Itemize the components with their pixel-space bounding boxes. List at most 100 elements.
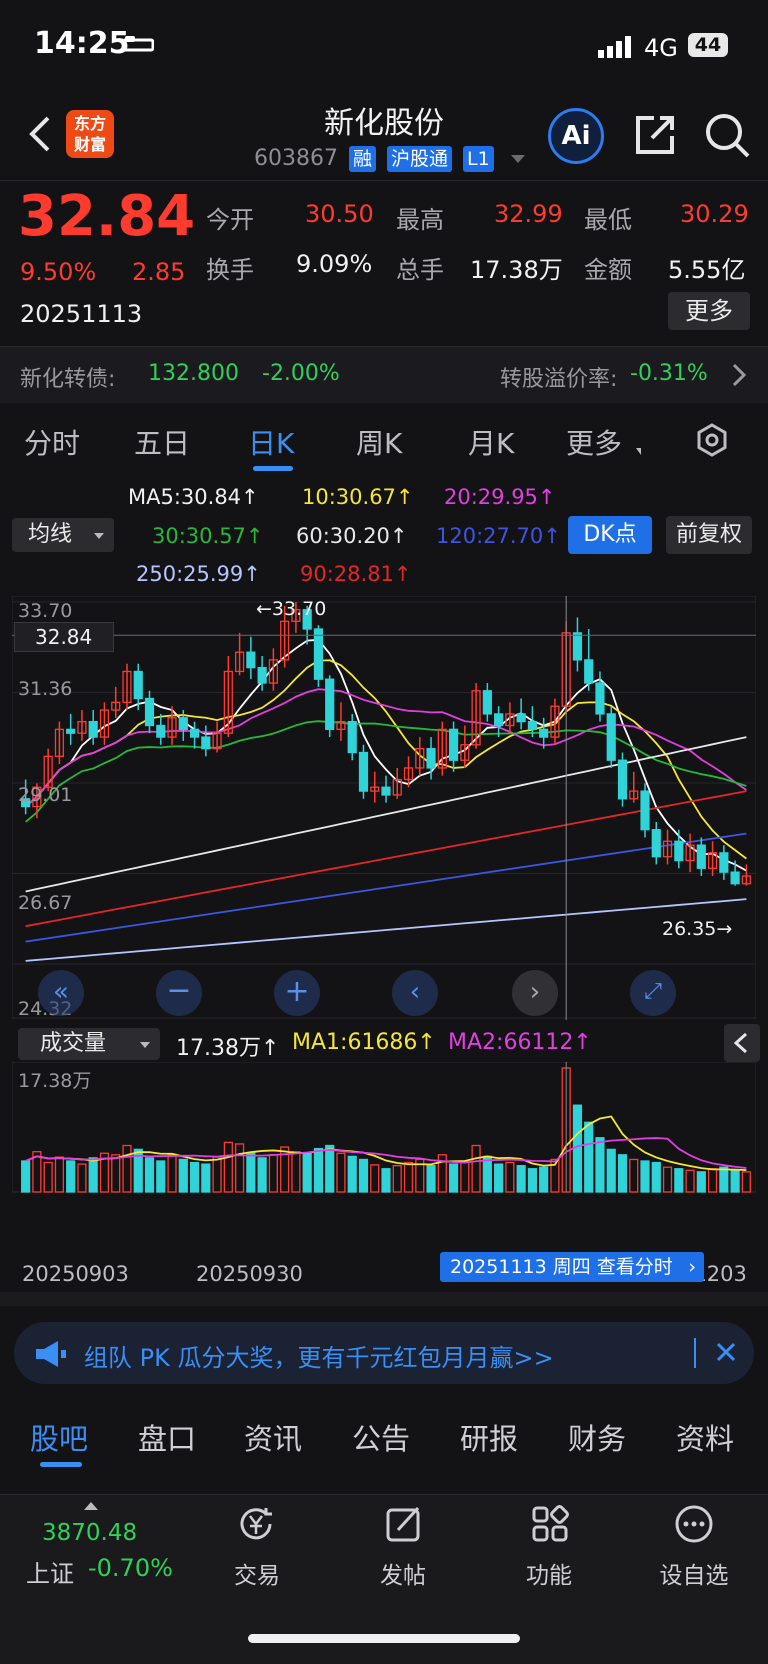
- tab-announcements[interactable]: 公告: [352, 1416, 410, 1458]
- ma120-label: 120:27.70↑: [436, 524, 561, 548]
- last-price: 32.84: [18, 184, 196, 249]
- volume-bar: [685, 1169, 695, 1193]
- ma5-label: MA5:30.84↑: [128, 485, 259, 509]
- caret-down-icon[interactable]: [510, 155, 525, 163]
- turnover-value: 9.09%: [296, 250, 373, 278]
- tab-five-day[interactable]: 五日: [134, 422, 190, 462]
- axis-mid2-label: 29.01: [18, 784, 73, 806]
- candle-body: [606, 713, 616, 761]
- edit-icon[interactable]: [384, 1504, 424, 1548]
- share-icon[interactable]: [632, 112, 678, 162]
- volume-bar: [516, 1165, 526, 1193]
- kline-chart[interactable]: [11, 595, 757, 1020]
- volume-bar: [539, 1166, 549, 1193]
- caret-down-icon: [94, 533, 104, 539]
- promo-banner[interactable]: 组队 PK 瓜分大奖，更有千元红包月月赢>>: [14, 1322, 754, 1384]
- ai-button[interactable]: Ai: [548, 108, 604, 164]
- trade-label[interactable]: 交易: [202, 1556, 312, 1590]
- more-button[interactable]: 更多: [668, 292, 750, 330]
- ma90-label: 90:28.81↑: [300, 562, 412, 586]
- collapse-button[interactable]: [724, 1024, 760, 1062]
- tab-news[interactable]: 资讯: [244, 1416, 302, 1458]
- gear-icon[interactable]: [694, 422, 730, 462]
- volume-chart[interactable]: [11, 1061, 757, 1252]
- candle-body: [516, 713, 526, 723]
- volume-bar: [696, 1171, 706, 1193]
- tab-monthly[interactable]: 月K: [468, 422, 514, 462]
- function-label[interactable]: 功能: [494, 1556, 604, 1590]
- axis-top-label: 33.70: [18, 600, 73, 622]
- ma30-label: 30:30.57↑: [152, 524, 264, 548]
- next-button[interactable]: ›: [512, 970, 558, 1016]
- post-label[interactable]: 发帖: [348, 1556, 458, 1590]
- low-value: 30.29: [680, 200, 749, 228]
- volume-label: 总手: [396, 256, 444, 284]
- megaphone-icon: [34, 1340, 68, 1372]
- volume-bar: [156, 1160, 166, 1193]
- low-marker-value: 26.35: [662, 918, 717, 940]
- ma250-line: [25, 898, 747, 962]
- volume-bar: [617, 1154, 628, 1193]
- close-icon[interactable]: [714, 1340, 738, 1368]
- bond-row[interactable]: 新化转债: 132.800 -2.00% 转股溢价率: -0.31%: [0, 347, 768, 403]
- level-tag: L1: [463, 146, 494, 172]
- high-label: 最高: [396, 206, 444, 234]
- battery-icon: 44: [688, 33, 728, 57]
- volume-bar: [426, 1165, 436, 1193]
- tab-profile[interactable]: 资料: [676, 1416, 734, 1458]
- volume-bar: [178, 1158, 188, 1193]
- volume-selector[interactable]: 成交量: [18, 1028, 160, 1060]
- watchlist-label[interactable]: 设自选: [639, 1556, 749, 1590]
- volume-bar: [662, 1166, 673, 1193]
- volume-bar: [246, 1152, 256, 1193]
- dk-point-button[interactable]: DK点: [568, 516, 652, 554]
- candle-body: [494, 713, 504, 727]
- tab-more[interactable]: 更多: [566, 422, 622, 462]
- candle-body: [156, 724, 166, 738]
- cursor-date-button[interactable]: 20251113 周四 查看分时 ›: [440, 1252, 704, 1282]
- ai-label: Ai: [561, 121, 591, 151]
- bond-price: 132.800: [148, 361, 239, 386]
- amount-label: 金额: [584, 256, 632, 284]
- search-icon[interactable]: [704, 112, 750, 162]
- banner-divider: [694, 1338, 696, 1368]
- tab-weekly[interactable]: 周K: [356, 422, 402, 462]
- prev-button[interactable]: ‹: [392, 970, 438, 1016]
- high-marker-value: 33.70: [271, 598, 327, 620]
- axis-mid1-label: 31.36: [18, 678, 73, 700]
- grid-icon[interactable]: [530, 1504, 570, 1548]
- open-label: 今开: [206, 206, 254, 234]
- banner-text: 组队 PK 瓜分大奖，更有千元红包月月赢>>: [84, 1344, 554, 1372]
- volume-bar: [313, 1147, 324, 1193]
- index-change: -0.70%: [88, 1554, 173, 1582]
- adjust-button[interactable]: 前复权: [666, 516, 752, 554]
- tab-forum[interactable]: 股吧: [30, 1416, 88, 1458]
- volume-bar: [201, 1163, 211, 1193]
- rewind-button[interactable]: «: [38, 970, 84, 1016]
- tab-research[interactable]: 研报: [460, 1416, 518, 1458]
- tab-intraday[interactable]: 分时: [24, 422, 80, 462]
- zoom-out-button[interactable]: −: [156, 970, 202, 1016]
- ma20-label: 20:29.95↑: [444, 485, 556, 509]
- candle-body: [617, 759, 628, 800]
- candle-body: [674, 840, 684, 862]
- fullscreen-button[interactable]: ⤢: [630, 970, 676, 1016]
- xaxis-date-1: 20250903: [22, 1262, 129, 1286]
- tab-orderbook[interactable]: 盘口: [138, 1416, 196, 1458]
- volume-value: 17.38万↑: [176, 1036, 280, 1061]
- chart-bottom-band: [0, 1292, 768, 1306]
- zoom-in-button[interactable]: +: [274, 970, 320, 1016]
- index-ticker[interactable]: 3870.48 上证 -0.70%: [20, 1500, 210, 1588]
- more-circle-icon[interactable]: [674, 1504, 714, 1548]
- ma-selector[interactable]: 均线: [12, 518, 114, 552]
- tab-daily[interactable]: 日K: [248, 422, 294, 462]
- volume-bar: [257, 1157, 267, 1193]
- yen-icon[interactable]: [236, 1504, 276, 1548]
- candle-body: [730, 871, 740, 885]
- tab-finance[interactable]: 财务: [568, 1416, 626, 1458]
- volume-svg: [11, 1061, 757, 1193]
- kline-svg: [11, 595, 757, 1020]
- chevron-right-icon: [732, 363, 747, 391]
- volume-bar: [268, 1154, 278, 1193]
- more-button-label: 更多: [685, 297, 733, 325]
